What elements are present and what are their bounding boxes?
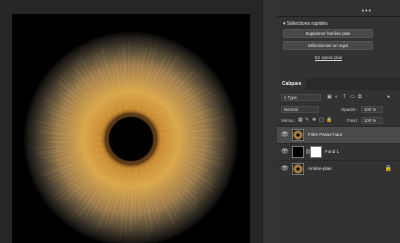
lock-artboard-icon[interactable]: ▢	[319, 117, 324, 123]
layer-thumbnail	[292, 163, 304, 175]
blend-mode-select[interactable]: Normal	[281, 106, 319, 113]
panel-divider[interactable]	[262, 0, 277, 243]
filter-shape-icon[interactable]: ▭	[350, 94, 355, 100]
tab-layers[interactable]: Calques	[277, 78, 307, 90]
layer-name: Filtre Passe-haut	[308, 132, 343, 137]
layer-name: Arrière-plan	[308, 166, 332, 171]
canvas-workspace	[0, 0, 262, 243]
filter-smartobject-icon[interactable]: ⧉	[358, 94, 362, 100]
layer-thumbnail	[292, 146, 304, 158]
layer-name: Fond 1	[325, 149, 340, 154]
separator	[277, 16, 400, 17]
learn-more-link[interactable]: En savoir plus	[315, 55, 342, 60]
document-canvas[interactable]	[12, 14, 250, 243]
lock-icon: 🔒	[384, 166, 392, 172]
opacity-field[interactable]: 100 %	[361, 106, 383, 113]
layer-mask-thumbnail[interactable]	[310, 146, 322, 158]
eye-icon[interactable]: 👁	[281, 132, 289, 138]
filter-adjustment-icon[interactable]: ◐	[335, 94, 338, 100]
lock-label: Verrou :	[281, 118, 297, 123]
eye-icon[interactable]: 👁	[281, 149, 289, 155]
remove-background-button[interactable]: Supprimer l'arrière-plan	[283, 29, 373, 38]
layers-tabbar: Calques	[277, 78, 400, 90]
opacity-label: Opacité :	[341, 107, 359, 112]
right-panel: ••• ▾ Sélections rapides Supprimer l'arr…	[277, 0, 400, 243]
iris-image	[24, 32, 238, 243]
layer-row[interactable]: 👁 Filtre Passe-haut	[277, 126, 400, 143]
fill-field[interactable]: 100 %	[361, 117, 383, 124]
lock-all-icon[interactable]: 🔒	[326, 117, 332, 123]
layer-row[interactable]: 👁 ⛓ Fond 1	[277, 143, 400, 160]
layer-thumbnail	[292, 129, 304, 141]
quick-actions-title[interactable]: ▾ Sélections rapides	[283, 21, 328, 27]
filter-toggle-icon[interactable]: ●	[387, 94, 390, 100]
filter-type-icon[interactable]: T	[343, 94, 346, 100]
eye-icon[interactable]: 👁	[281, 166, 289, 172]
filter-pixel-icon[interactable]: ▣	[327, 94, 332, 100]
layer-kind-filter[interactable]: ⌕ Type	[281, 94, 321, 101]
select-subject-button[interactable]: Sélectionner un sujet	[283, 41, 373, 50]
layer-row[interactable]: 👁 Arrière-plan 🔒	[277, 160, 400, 177]
fill-label: Fond :	[347, 118, 360, 123]
lock-paint-icon[interactable]: ✎	[305, 117, 309, 123]
lock-position-icon[interactable]: ✥	[312, 117, 316, 123]
panel-menu-icon[interactable]: •••	[362, 8, 372, 15]
lock-transparency-icon[interactable]: ▦	[298, 117, 303, 123]
